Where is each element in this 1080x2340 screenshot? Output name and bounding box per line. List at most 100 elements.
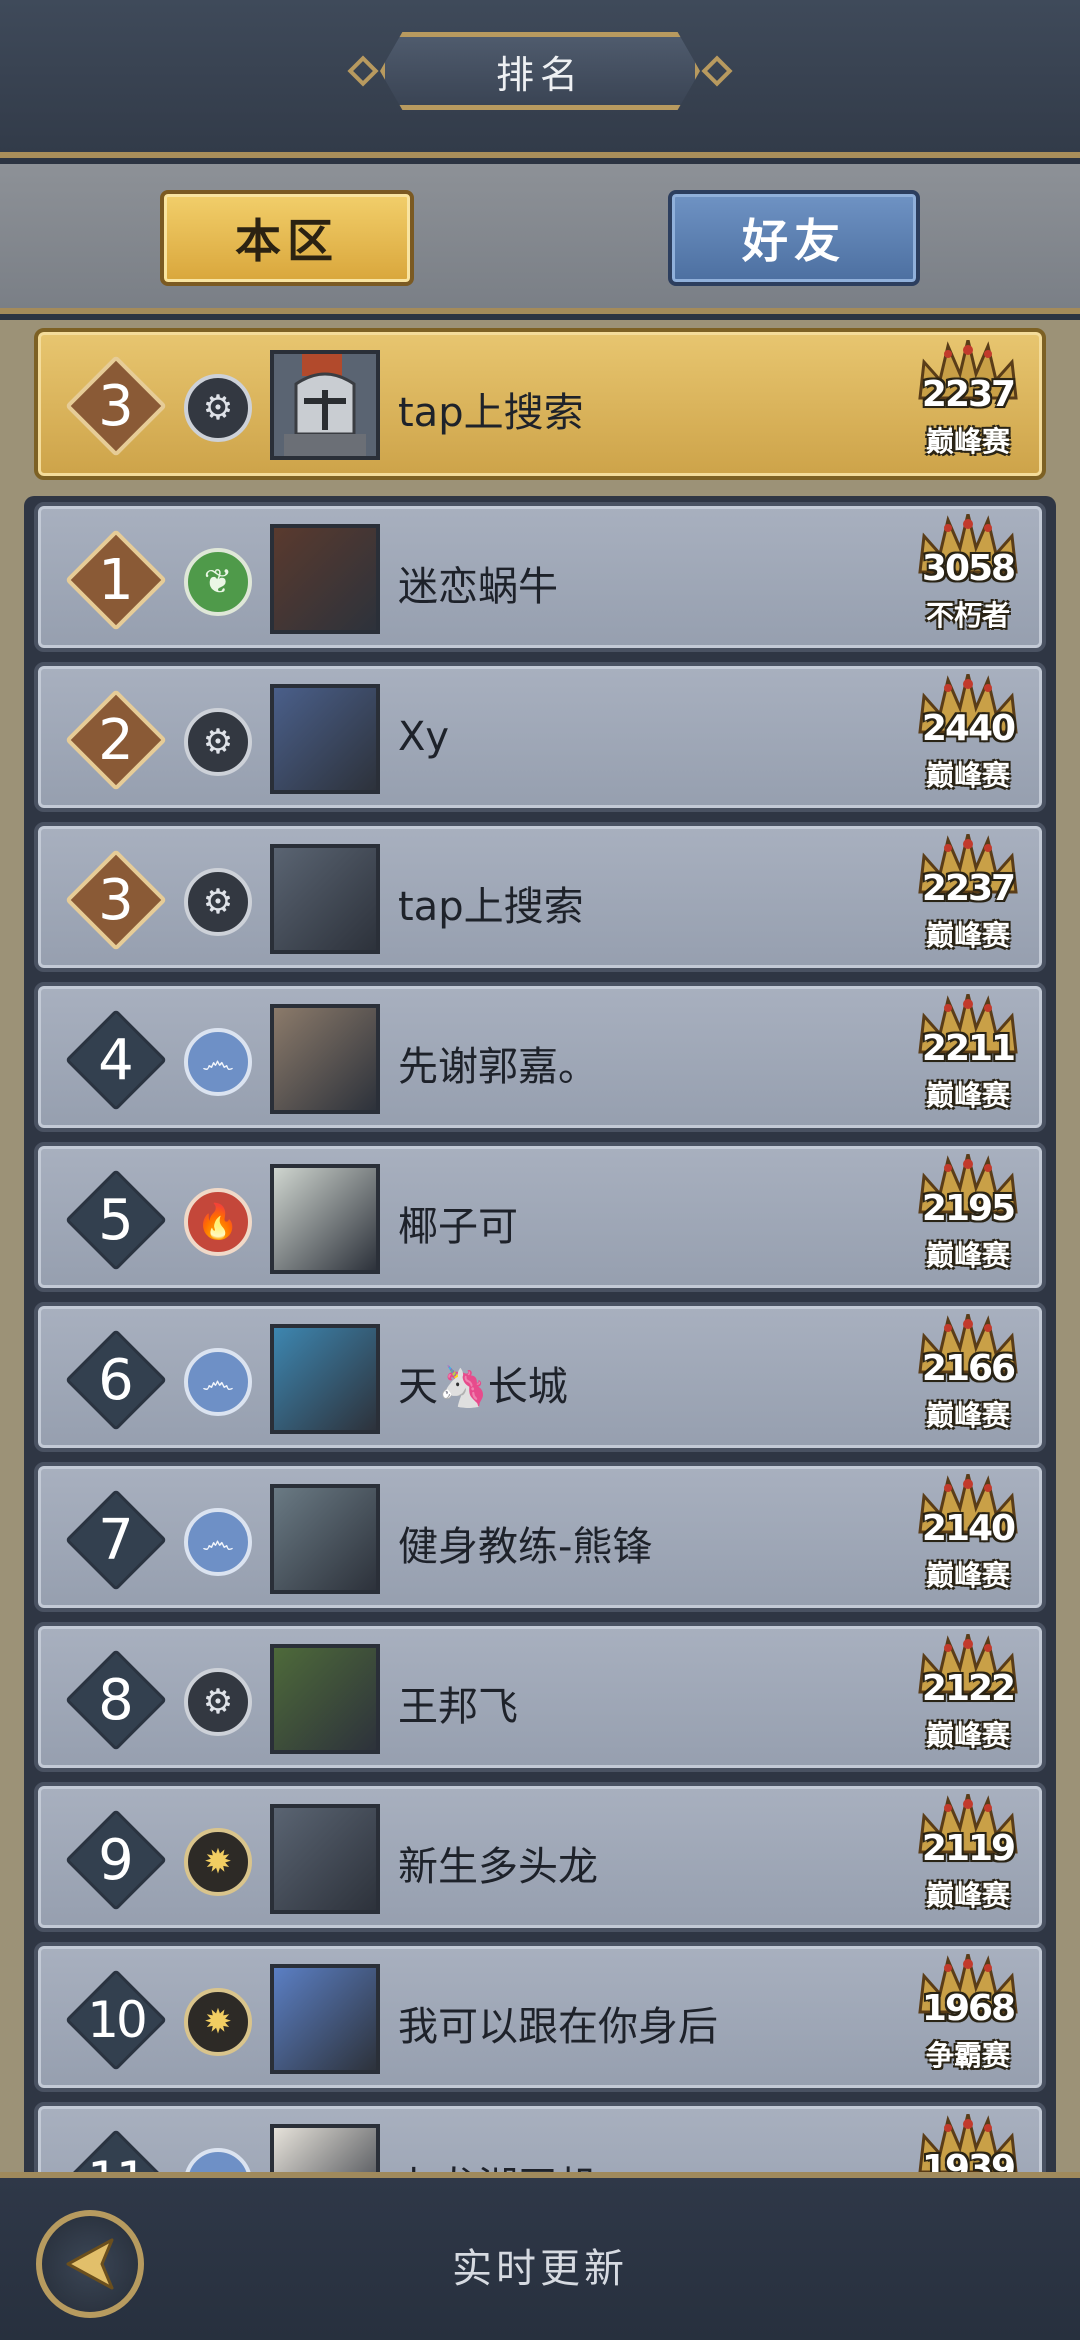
rank-row[interactable]: 3 ⚙ tap上搜索 2237 巅峰赛 xyxy=(34,822,1046,972)
player-name: Xy xyxy=(398,714,450,760)
rank-badge: 8 xyxy=(65,1649,167,1751)
rank-row[interactable]: 6 ෴ 天🦄长城 2166 巅峰赛 xyxy=(34,1302,1046,1452)
rank-badge: 7 xyxy=(65,1489,167,1591)
rank-row[interactable]: 1 ❦ 迷恋蜗牛 3058 不朽者 xyxy=(34,502,1046,652)
score-value: 2211 xyxy=(921,1028,1016,1069)
water-icon: ෴ xyxy=(184,1028,252,1096)
score-value: 2119 xyxy=(921,1828,1016,1869)
ranking-list-area[interactable]: 3 ⚙ tap上搜索 2237 巅峰赛 1 ❦ 迷恋蜗牛 3058 不朽者 2 … xyxy=(0,320,1080,2172)
score-badge: 2237 巅峰赛 xyxy=(908,340,1028,470)
rank-row[interactable]: 9 ✹ 新生多头龙 2119 巅峰赛 xyxy=(34,1782,1046,1932)
rank-row[interactable]: 8 ⚙ 王邦飞 2122 巅峰赛 xyxy=(34,1622,1046,1772)
score-value: 2140 xyxy=(921,1508,1016,1549)
rank-number: 10 xyxy=(87,1991,148,2049)
rank-badge: 9 xyxy=(65,1809,167,1911)
player-name: tap上搜索 xyxy=(398,884,584,930)
header-bar: 排名 xyxy=(0,0,1080,158)
avatar[interactable] xyxy=(270,2124,380,2172)
rank-number: 5 xyxy=(98,1187,134,1253)
tier-label: 巅峰赛 xyxy=(925,1399,1010,1432)
tier-label: 巅峰赛 xyxy=(925,425,1010,458)
avatar[interactable] xyxy=(270,1644,380,1754)
score-value: 2237 xyxy=(921,868,1016,909)
avatar[interactable] xyxy=(270,1484,380,1594)
avatar[interactable] xyxy=(270,1964,380,2074)
tier-label: 巅峰赛 xyxy=(925,1879,1010,1912)
avatar[interactable] xyxy=(270,1004,380,1114)
player-name: 新生多头龙 xyxy=(398,1844,598,1890)
score-value: 2122 xyxy=(921,1668,1016,1709)
player-name: 椰子可 xyxy=(398,1204,518,1250)
score-badge: 2440 巅峰赛 xyxy=(908,674,1028,804)
realtime-update-label: 实时更新 xyxy=(452,2246,628,2292)
rank-badge: 6 xyxy=(65,1329,167,1431)
score-badge: 3058 不朽者 xyxy=(908,514,1028,644)
rank-number: 9 xyxy=(98,1827,134,1893)
rank-number: 7 xyxy=(98,1507,134,1573)
rank-badge: 2 xyxy=(65,689,167,791)
player-name: 王邦飞 xyxy=(398,1684,518,1730)
avatar[interactable] xyxy=(270,1324,380,1434)
rank-badge: 3 xyxy=(65,355,167,457)
rank-badge: 5 xyxy=(65,1169,167,1271)
rank-row[interactable]: 2 ⚙ Xy 2440 巅峰赛 xyxy=(34,662,1046,812)
avatar[interactable] xyxy=(270,524,380,634)
rank-row[interactable]: 5 🔥 椰子可 2195 巅峰赛 xyxy=(34,1142,1046,1292)
tier-label: 争霸赛 xyxy=(925,2039,1010,2072)
score-value: 2237 xyxy=(921,374,1016,415)
rank-row[interactable]: 11 ෴ 九龙湖司机 1939 xyxy=(34,2102,1046,2172)
score-value: 3058 xyxy=(921,548,1016,589)
tab-friends[interactable]: 好友 xyxy=(668,190,920,286)
rank-number: 8 xyxy=(98,1667,134,1733)
player-name: 我可以跟在你身后 xyxy=(398,2004,718,2050)
avatar[interactable] xyxy=(270,1164,380,1274)
rank-badge: 10 xyxy=(65,1969,167,2071)
water-icon: ෴ xyxy=(184,1348,252,1416)
score-value: 2166 xyxy=(921,1348,1016,1389)
gear-icon: ⚙ xyxy=(184,374,252,442)
header-ornament-left xyxy=(347,55,379,87)
rank-number: 6 xyxy=(98,1347,134,1413)
score-badge: 2237 巅峰赛 xyxy=(908,834,1028,964)
tier-label: 巅峰赛 xyxy=(925,1079,1010,1112)
tier-label: 不朽者 xyxy=(925,599,1010,632)
score-value: 1968 xyxy=(921,1988,1016,2029)
score-badge: 2119 巅峰赛 xyxy=(908,1794,1028,1924)
avatar[interactable] xyxy=(270,1804,380,1914)
ranking-list[interactable]: 1 ❦ 迷恋蜗牛 3058 不朽者 2 ⚙ Xy 2440 巅峰赛 3 ⚙ tap上搜索 2237 巅峰赛 4… xyxy=(24,496,1056,2172)
player-name: 天🦄长城 xyxy=(398,1364,568,1410)
rank-number: 4 xyxy=(98,1027,134,1093)
title-plate: 排名 xyxy=(380,32,700,110)
score-badge: 2122 巅峰赛 xyxy=(908,1634,1028,1764)
player-name: tap上搜索 xyxy=(398,390,584,436)
fire-icon: 🔥 xyxy=(184,1188,252,1256)
own-rank-row[interactable]: 3 ⚙ tap上搜索 2237 巅峰赛 xyxy=(34,328,1046,480)
rank-row[interactable]: 4 ෴ 先谢郭嘉。 2211 巅峰赛 xyxy=(34,982,1046,1132)
tab-bar: 本区 好友 xyxy=(0,164,1080,314)
header-ornament-right xyxy=(701,55,733,87)
score-value: 2195 xyxy=(921,1188,1016,1229)
page-title: 排名 xyxy=(495,52,584,97)
rank-number: 11 xyxy=(66,2130,166,2172)
rank-row[interactable]: 7 ෴ 健身教练-熊锋 2140 巅峰赛 xyxy=(34,1462,1046,1612)
score-badge: 2166 巅峰赛 xyxy=(908,1314,1028,1444)
tier-label: 巅峰赛 xyxy=(925,919,1010,952)
player-name: 先谢郭嘉。 xyxy=(398,1044,598,1090)
rank-badge: 4 xyxy=(65,1009,167,1111)
tab-local-server[interactable]: 本区 xyxy=(160,190,414,286)
tier-label: 巅峰赛 xyxy=(925,1239,1010,1272)
rank-row[interactable]: 10 ✹ 我可以跟在你身后 1968 争霸赛 xyxy=(34,1942,1046,2092)
rank-number: 3 xyxy=(98,373,134,439)
player-name: 迷恋蜗牛 xyxy=(398,564,558,610)
rank-number: 1 xyxy=(98,547,134,613)
score-value: 2440 xyxy=(921,708,1016,749)
avatar[interactable] xyxy=(270,684,380,794)
gear-icon: ⚙ xyxy=(184,868,252,936)
player-name: 九龙湖司机 xyxy=(398,2154,598,2172)
avatar[interactable] xyxy=(270,350,380,460)
rank-number: 2 xyxy=(98,707,134,773)
footer-bar: 实时更新 xyxy=(0,2172,1080,2340)
score-badge: 2211 巅峰赛 xyxy=(908,994,1028,1124)
avatar[interactable] xyxy=(270,844,380,954)
gear-icon: ⚙ xyxy=(184,1668,252,1736)
